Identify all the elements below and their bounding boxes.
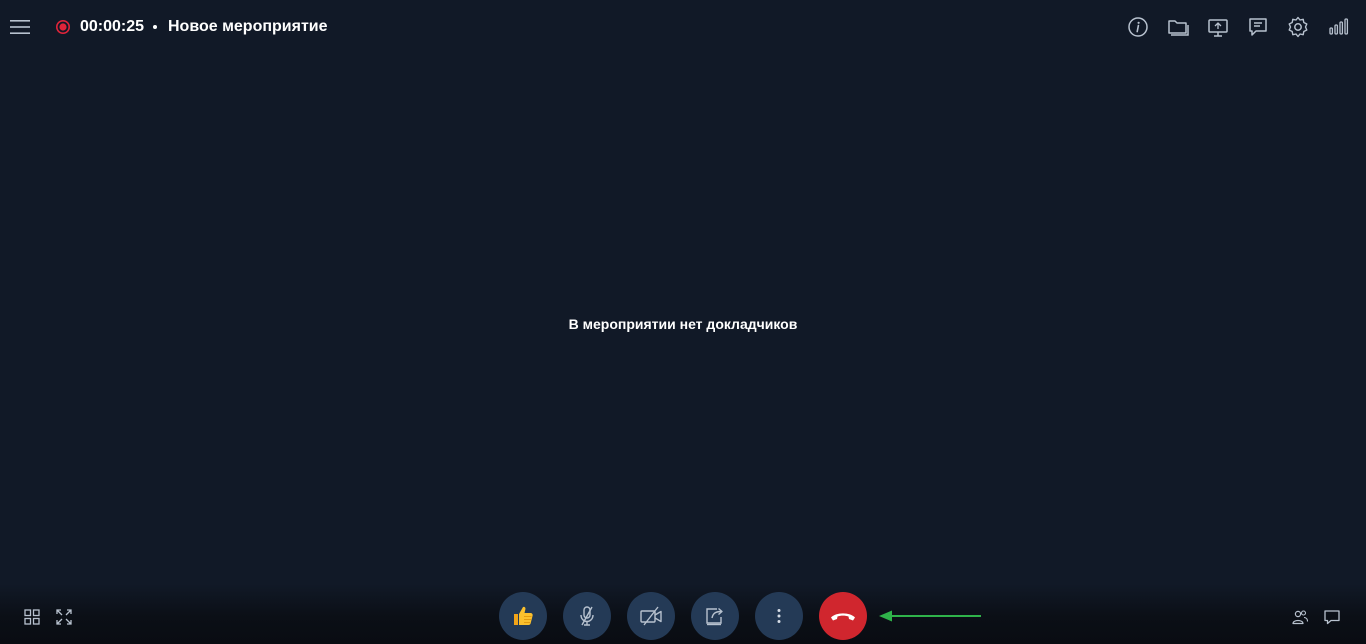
microphone-off-button[interactable] <box>563 592 611 640</box>
more-vertical-icon <box>777 609 781 623</box>
share-screen-button[interactable] <box>691 592 739 640</box>
top-toolbar <box>1126 15 1350 39</box>
info-icon[interactable] <box>1126 15 1150 39</box>
chat-icon[interactable] <box>1246 15 1270 39</box>
camera-off-button[interactable] <box>627 592 675 640</box>
chat-bubble-icon[interactable] <box>1323 608 1341 626</box>
screen-share-icon[interactable] <box>1206 15 1230 39</box>
recording-indicator-icon <box>56 20 70 34</box>
conference-window: 00:00:25 Новое мероприятие В мероприятии… <box>0 0 1366 644</box>
share-icon <box>706 607 723 626</box>
phone-hangup-icon <box>831 613 855 621</box>
event-title: Новое мероприятие <box>168 18 328 35</box>
separator-dot <box>153 25 157 29</box>
top-bar: 00:00:25 Новое мероприятие <box>0 0 1366 54</box>
fullscreen-icon[interactable] <box>55 608 73 626</box>
thumbs-up-icon <box>514 606 533 625</box>
grid-layout-icon[interactable] <box>23 608 41 626</box>
settings-icon[interactable] <box>1286 15 1310 39</box>
hamburger-menu-icon[interactable] <box>8 15 32 39</box>
pointer-arrow-annotation <box>876 609 984 623</box>
bottom-bar <box>0 584 1366 644</box>
call-controls <box>499 592 867 640</box>
network-signal-icon[interactable] <box>1326 15 1350 39</box>
participants-icon[interactable] <box>1291 608 1309 626</box>
microphone-off-icon <box>580 606 594 626</box>
camera-off-icon <box>640 606 662 626</box>
folder-icon[interactable] <box>1166 15 1190 39</box>
hang-up-button[interactable] <box>819 592 867 640</box>
more-options-button[interactable] <box>755 592 803 640</box>
no-speakers-message: В мероприятии нет докладчиков <box>568 316 798 332</box>
meeting-timer: 00:00:25 <box>80 18 145 35</box>
thumbs-up-reaction-button[interactable] <box>499 592 547 640</box>
